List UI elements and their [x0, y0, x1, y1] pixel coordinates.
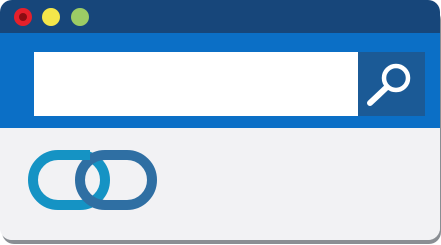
title-bar	[0, 0, 440, 33]
search-input[interactable]	[34, 52, 358, 116]
browser-window	[0, 0, 441, 245]
magnifying-glass-icon	[367, 63, 411, 106]
minimize-button[interactable]	[42, 8, 60, 26]
search-toolbar	[0, 33, 440, 128]
link-chain-icon[interactable]	[28, 149, 160, 213]
window-frame	[0, 0, 440, 240]
page-content	[0, 128, 440, 240]
search-button[interactable]	[358, 52, 425, 116]
maximize-button[interactable]	[71, 8, 89, 26]
close-button[interactable]	[14, 8, 32, 26]
